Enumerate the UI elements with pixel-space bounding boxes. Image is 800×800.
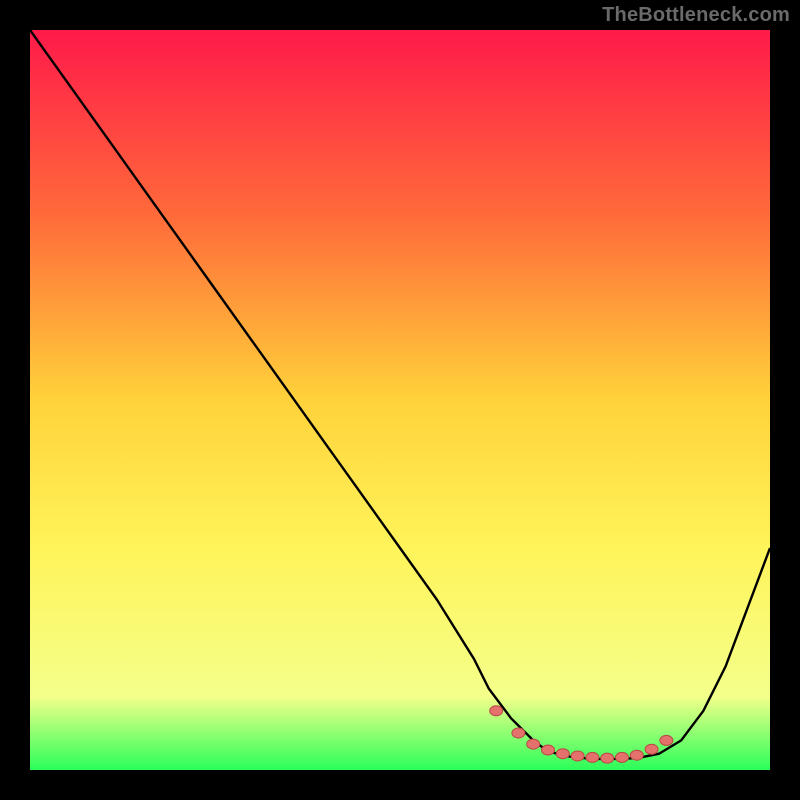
- bottleneck-chart-svg: [30, 30, 770, 770]
- plot-area: [30, 30, 770, 770]
- optimal-dot: [556, 749, 569, 759]
- watermark-text: TheBottleneck.com: [602, 4, 790, 27]
- optimal-dot: [586, 752, 599, 762]
- optimal-dot: [542, 745, 555, 755]
- optimal-dot: [645, 744, 658, 754]
- optimal-dot: [512, 728, 525, 738]
- optimal-dot: [571, 751, 584, 761]
- optimal-dot: [616, 752, 629, 762]
- optimal-dot: [660, 735, 673, 745]
- chart-container: TheBottleneck.com: [0, 0, 800, 800]
- optimal-dot: [490, 706, 503, 716]
- optimal-dot: [630, 750, 643, 760]
- optimal-dot: [601, 753, 614, 763]
- gradient-background: [30, 30, 770, 770]
- optimal-dot: [527, 739, 540, 749]
